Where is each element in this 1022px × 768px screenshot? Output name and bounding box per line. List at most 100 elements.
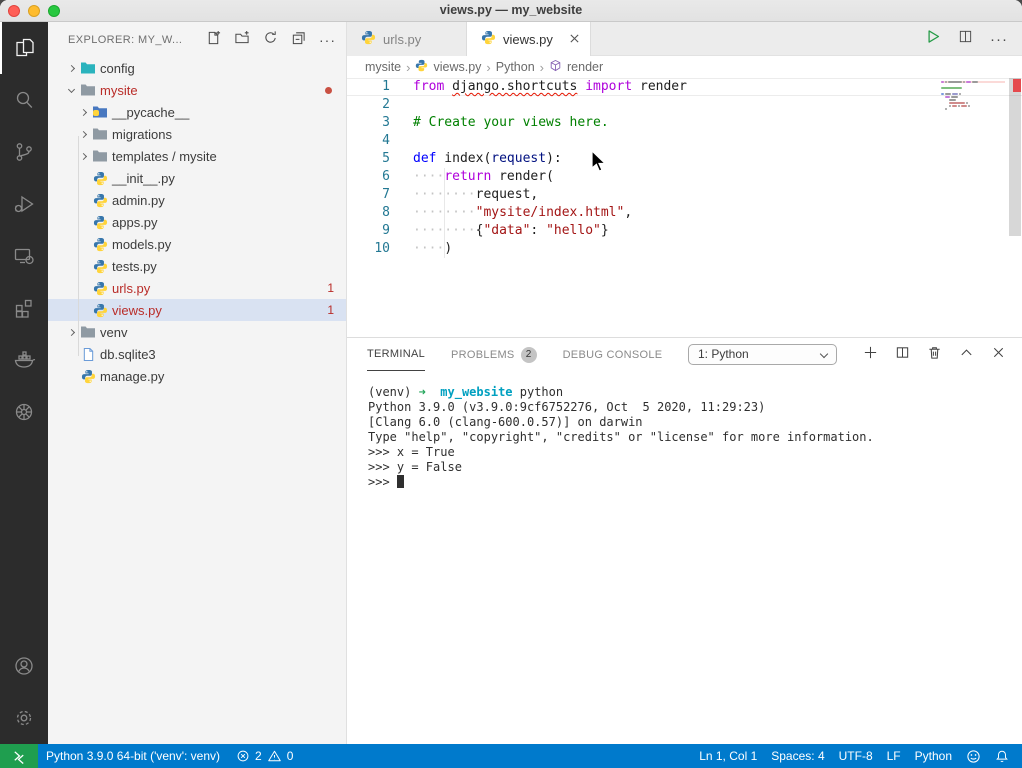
indentation-status[interactable]: Spaces: 4 — [764, 749, 831, 763]
terminal-selector-dropdown[interactable]: 1: Python — [688, 344, 837, 365]
code-line-10: 10····) — [347, 240, 1022, 258]
python-file-icon — [481, 30, 496, 48]
panel-header: TERMINAL PROBLEMS 2 DEBUG CONSOLE 1: Pyt… — [347, 338, 1022, 371]
minimize-window-button[interactable] — [28, 5, 40, 17]
problems-status[interactable]: 2 0 — [228, 749, 301, 763]
python-icon — [78, 369, 98, 384]
new-folder-icon[interactable] — [234, 30, 250, 50]
tree-item-config[interactable]: config — [48, 57, 346, 79]
tree-item-apps-py[interactable]: apps.py — [48, 211, 346, 233]
new-file-icon[interactable] — [206, 30, 221, 50]
code-line-2: 2 — [347, 96, 1022, 114]
code-line-6: 6····return render( — [347, 168, 1022, 186]
line-number: 1 — [347, 79, 390, 95]
code-line-9: 9········{"data": "hello"} — [347, 222, 1022, 240]
line-number: 10 — [347, 240, 390, 258]
code-line-5: 5def index(request): — [347, 150, 1022, 168]
editor-tab-bar: urls.py views.py ··· — [347, 22, 1022, 56]
refresh-icon[interactable] — [263, 30, 278, 50]
kubernetes-icon[interactable] — [0, 386, 48, 438]
tree-item-label: templates / mysite — [112, 149, 217, 164]
close-window-button[interactable] — [8, 5, 20, 17]
tree-item-label: views.py — [112, 303, 162, 318]
tab-views-py[interactable]: views.py — [467, 22, 591, 56]
tree-item-label: admin.py — [112, 193, 165, 208]
notifications-bell-icon[interactable] — [988, 749, 1016, 764]
window-title: views.py — my_website — [0, 0, 1022, 21]
tree-item-db-sqlite3[interactable]: db.sqlite3 — [48, 343, 346, 365]
tree-item-venv[interactable]: venv — [48, 321, 346, 343]
close-tab-icon[interactable] — [569, 32, 580, 47]
run-file-icon[interactable] — [924, 28, 941, 50]
tree-item-label: manage.py — [100, 369, 164, 384]
minimap[interactable] — [941, 81, 1005, 111]
tree-item-manage-py[interactable]: manage.py — [48, 365, 346, 387]
breadcrumb-item[interactable]: render — [567, 60, 603, 74]
code-editor[interactable]: 1from django.shortcuts import render23# … — [347, 78, 1022, 337]
folder-gray-icon — [90, 149, 110, 163]
tab-urls-py[interactable]: urls.py — [347, 22, 467, 56]
python-interpreter-status[interactable]: Python 3.9.0 64-bit ('venv': venv) — [38, 749, 228, 763]
tree-item-admin-py[interactable]: admin.py — [48, 189, 346, 211]
remote-explorer-icon[interactable] — [0, 230, 48, 282]
breadcrumb-item[interactable]: Python — [496, 60, 535, 74]
docker-icon[interactable] — [0, 334, 48, 386]
tree-item-label: urls.py — [112, 281, 150, 296]
tree-item-tests-py[interactable]: tests.py — [48, 255, 346, 277]
tree-item-urls-py[interactable]: urls.py 1 — [48, 277, 346, 299]
collapse-all-icon[interactable] — [291, 30, 306, 50]
tab-problems[interactable]: PROBLEMS 2 — [451, 338, 537, 371]
breadcrumb-item[interactable]: mysite — [365, 60, 401, 74]
zoom-window-button[interactable] — [48, 5, 60, 17]
problems-count-badge: 2 — [521, 347, 537, 363]
tree-item--init-py[interactable]: __init__.py — [48, 167, 346, 189]
breadcrumb: mysite › views.py › Python › render — [347, 56, 1022, 78]
tab-terminal[interactable]: TERMINAL — [367, 338, 425, 371]
maximize-panel-icon[interactable] — [959, 345, 974, 365]
settings-gear-icon[interactable] — [0, 692, 48, 744]
breadcrumb-item[interactable]: views.py — [433, 60, 481, 74]
titlebar: views.py — my_website — [0, 0, 1022, 22]
folder-python-icon — [90, 105, 110, 119]
tree-item-mysite[interactable]: mysite — [48, 79, 346, 101]
kill-terminal-icon[interactable] — [927, 345, 942, 365]
new-terminal-icon[interactable] — [863, 345, 878, 365]
chevron-down-icon — [64, 89, 78, 92]
tree-item-migrations[interactable]: migrations — [48, 123, 346, 145]
feedback-smiley-icon[interactable] — [959, 749, 988, 764]
source-control-icon[interactable] — [0, 126, 48, 178]
explorer-more-actions-icon[interactable]: ··· — [319, 35, 336, 45]
editor-more-actions-icon[interactable]: ··· — [990, 31, 1008, 48]
tree-item-templates-mysite[interactable]: templates / mysite — [48, 145, 346, 167]
code-line-7: 7········request, — [347, 186, 1022, 204]
python-file-icon — [361, 30, 376, 48]
python-icon — [90, 237, 110, 252]
cursor-position-status[interactable]: Ln 1, Col 1 — [692, 749, 764, 763]
search-icon[interactable] — [0, 74, 48, 126]
bottom-panel: TERMINAL PROBLEMS 2 DEBUG CONSOLE 1: Pyt… — [347, 337, 1022, 744]
close-panel-icon[interactable] — [991, 345, 1006, 365]
split-editor-icon[interactable] — [958, 29, 973, 49]
problems-count: 1 — [327, 281, 334, 295]
encoding-status[interactable]: UTF-8 — [832, 749, 880, 763]
accounts-icon[interactable] — [0, 640, 48, 692]
extensions-icon[interactable] — [0, 282, 48, 334]
split-terminal-icon[interactable] — [895, 345, 910, 365]
folder-gray-icon — [78, 325, 98, 339]
line-number: 4 — [347, 132, 390, 150]
tree-item-views-py[interactable]: views.py1 — [48, 299, 346, 321]
terminal-output[interactable]: (venv) ➜ my_website pythonPython 3.9.0 (… — [347, 371, 1022, 490]
editor-scrollbar[interactable] — [1008, 78, 1022, 337]
language-mode-status[interactable]: Python — [908, 749, 959, 763]
tree-item--pycache-[interactable]: __pycache__ — [48, 101, 346, 123]
explorer-icon[interactable] — [0, 22, 48, 74]
line-number: 5 — [347, 150, 390, 168]
file-tree: configmysite__pycache__migrations templat… — [48, 57, 346, 387]
run-debug-icon[interactable] — [0, 178, 48, 230]
tab-debug-console[interactable]: DEBUG CONSOLE — [563, 338, 663, 371]
eol-status[interactable]: LF — [880, 749, 908, 763]
explorer-sidebar: EXPLORER: MY_W... ··· configmysite__pyca… — [48, 22, 347, 744]
code-line-8: 8········"mysite/index.html", — [347, 204, 1022, 222]
tree-item-models-py[interactable]: models.py — [48, 233, 346, 255]
remote-indicator[interactable] — [0, 744, 38, 768]
